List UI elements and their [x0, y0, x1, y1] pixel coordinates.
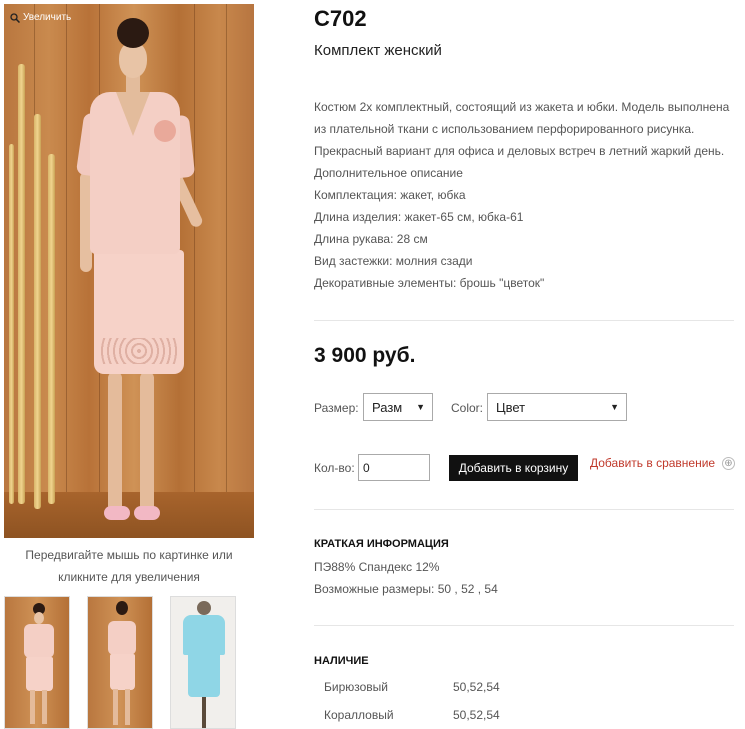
- description-line: Длина рукава: 28 см: [314, 232, 428, 246]
- description-line: Комплектация: жакет, юбка: [314, 188, 466, 202]
- stock-sizes: 50,52,54: [453, 708, 500, 722]
- model-hair: [116, 601, 128, 615]
- mannequin-stand: [202, 697, 206, 728]
- caption-line: кликните для увеличения: [58, 570, 200, 584]
- model-face: [34, 612, 44, 624]
- main-product-photo[interactable]: Увеличить: [4, 4, 254, 538]
- product-title: Комплект женский: [314, 42, 442, 59]
- description-line: Декоративные элементы: брошь "цветок": [314, 276, 545, 290]
- bamboo-stalk: [9, 144, 14, 504]
- product-description: Костюм 2х комплектный, состоящий из жаке…: [314, 96, 734, 294]
- wood-plank: [194, 4, 195, 492]
- plus-circle-icon[interactable]: ⊕: [722, 457, 735, 470]
- mannequin-head: [197, 601, 211, 615]
- quantity-label: Кол-во:: [314, 461, 355, 475]
- composition-text: ПЭ88% Спандекс 12%: [314, 560, 440, 574]
- magnifier-icon: [10, 12, 20, 23]
- color-select[interactable]: Цвет ▼: [487, 393, 627, 421]
- description-line: Костюм 2х комплектный, состоящий из жаке…: [314, 100, 730, 114]
- wood-plank: [66, 4, 67, 492]
- thumbnail-front[interactable]: [4, 596, 70, 729]
- dropdown-arrow-icon: ▼: [610, 402, 619, 412]
- size-label: Размер:: [314, 401, 359, 415]
- model-leg: [113, 689, 118, 725]
- zoom-label: Увеличить: [23, 12, 72, 23]
- size-select-value: Разм: [372, 400, 403, 415]
- description-line: Прекрасный вариант для офиса и деловых в…: [314, 144, 725, 158]
- model-hair: [117, 18, 149, 48]
- model-shoe: [134, 506, 160, 520]
- model-skirt: [26, 657, 53, 691]
- quantity-input[interactable]: [358, 454, 430, 481]
- skirt-perforation: [100, 338, 178, 364]
- model-skirt: [110, 654, 135, 690]
- model-leg: [108, 372, 122, 512]
- model-leg: [140, 372, 154, 512]
- description-line: Вид застежки: молния сзади: [314, 254, 473, 268]
- divider: [314, 509, 734, 510]
- flower-brooch: [154, 120, 176, 142]
- model-leg: [125, 689, 130, 725]
- description-line: Дополнительное описание: [314, 166, 463, 180]
- model-neck: [126, 76, 140, 94]
- size-select[interactable]: Разм ▼: [363, 393, 433, 421]
- caption-line: Передвигайте мышь по картинке или: [25, 548, 233, 562]
- wood-plank: [226, 4, 227, 492]
- turquoise-skirt: [188, 653, 220, 697]
- bamboo-stalk: [48, 154, 55, 504]
- short-info-heading: КРАТКАЯ ИНФОРМАЦИЯ: [314, 538, 449, 550]
- dropdown-arrow-icon: ▼: [416, 402, 425, 412]
- model-jacket: [24, 624, 54, 658]
- divider: [314, 625, 734, 626]
- product-price: 3 900 руб.: [314, 344, 416, 367]
- model-leg: [42, 690, 47, 724]
- available-sizes-text: Возможные размеры: 50 , 52 , 54: [314, 582, 498, 596]
- thumbnail-turquoise[interactable]: [170, 596, 236, 729]
- add-to-compare-link[interactable]: Добавить в сравнение: [590, 456, 715, 470]
- jacket-neckline: [116, 92, 150, 136]
- turquoise-jacket: [183, 615, 225, 655]
- stock-color-name: Бирюзовый: [324, 680, 388, 694]
- stock-color-name: Коралловый: [324, 708, 394, 722]
- zoom-hint[interactable]: Увеличить: [10, 12, 71, 23]
- product-sku: C702: [314, 6, 367, 31]
- color-select-value: Цвет: [496, 400, 526, 415]
- bamboo-stalk: [18, 64, 25, 504]
- availability-heading: НАЛИЧИЕ: [314, 655, 369, 667]
- description-line: Длина изделия: жакет-65 см, юбка-61: [314, 210, 524, 224]
- divider: [314, 320, 734, 321]
- model-shoe: [104, 506, 130, 520]
- color-label: Color:: [451, 401, 484, 415]
- photo-caption: Передвигайте мышь по картинке или кликни…: [4, 544, 254, 588]
- model-leg: [30, 690, 35, 724]
- bamboo-stalk: [34, 114, 41, 509]
- description-line: из плательной ткани с использованием пер…: [314, 122, 695, 136]
- stock-sizes: 50,52,54: [453, 680, 500, 694]
- thumbnail-back[interactable]: [87, 596, 153, 729]
- add-to-cart-button[interactable]: Добавить в корзину: [449, 455, 578, 481]
- model-jacket: [108, 621, 136, 655]
